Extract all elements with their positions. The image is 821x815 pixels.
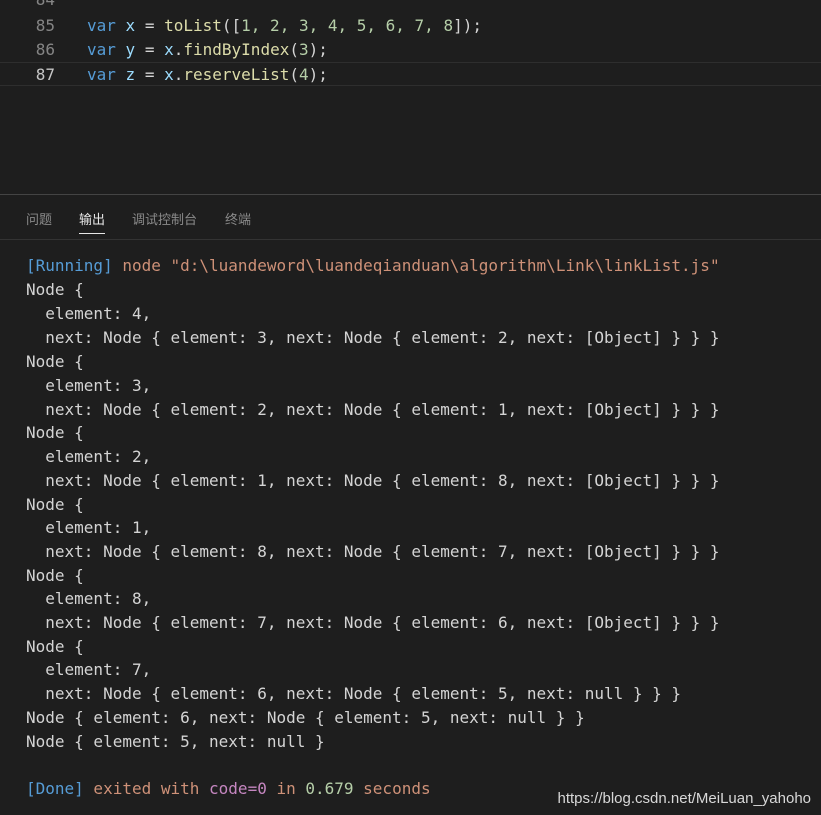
output-line: Node { xyxy=(26,495,84,514)
output-line: Node { xyxy=(26,637,84,656)
output-line: Node { xyxy=(26,423,84,442)
output-line: next: Node { element: 3, next: Node { el… xyxy=(26,328,720,347)
output-line: next: Node { element: 2, next: Node { el… xyxy=(26,400,720,419)
watermark: https://blog.csdn.net/MeiLuan_yahoho xyxy=(557,790,811,807)
code-editor[interactable]: 84 85 var x = toList([1, 2, 3, 4, 5, 6, … xyxy=(0,0,821,194)
output-line: Node { element: 5, next: null } xyxy=(26,732,325,751)
code-line-87[interactable]: 87 var z = x.reserveList(4); xyxy=(0,62,821,86)
output-done-line: [Done] exited with code=0 in 0.679 secon… xyxy=(26,779,431,798)
tab-debug-console[interactable]: 调试控制台 xyxy=(132,209,197,228)
output-line: element: 7, xyxy=(26,660,152,679)
output-line: next: Node { element: 1, next: Node { el… xyxy=(26,471,720,490)
code-text[interactable]: var y = x.findByIndex(3); xyxy=(87,38,328,62)
panel-tab-bar: 问题 输出 调试控制台 终端 xyxy=(0,195,821,239)
line-number: 84 xyxy=(0,0,55,12)
line-number: 87 xyxy=(35,65,55,84)
line-number: 85 xyxy=(35,16,55,35)
code-text[interactable]: var z = x.reserveList(4); xyxy=(87,63,328,87)
code-text[interactable]: var x = toList([1, 2, 3, 4, 5, 6, 7, 8])… xyxy=(87,14,482,38)
line-number: 86 xyxy=(35,40,55,59)
code-line-86[interactable]: 86 var y = x.findByIndex(3); xyxy=(0,38,821,62)
output-line: Node { xyxy=(26,352,84,371)
output-line: Node { xyxy=(26,566,84,585)
output-running-line: [Running] node "d:\luandeword\luandeqian… xyxy=(26,256,720,275)
output-line: next: Node { element: 8, next: Node { el… xyxy=(26,542,720,561)
tab-output[interactable]: 输出 xyxy=(79,209,106,234)
tab-problems[interactable]: 问题 xyxy=(26,209,52,228)
output-line: element: 2, xyxy=(26,447,152,466)
output-line: element: 4, xyxy=(26,304,152,323)
output-line: next: Node { element: 6, next: Node { el… xyxy=(26,684,682,703)
output-line: element: 3, xyxy=(26,376,152,395)
code-line-85[interactable]: 85 var x = toList([1, 2, 3, 4, 5, 6, 7, … xyxy=(0,14,821,38)
tab-terminal[interactable]: 终端 xyxy=(225,209,251,228)
output-line: Node { element: 6, next: Node { element:… xyxy=(26,708,585,727)
output-panel[interactable]: [Running] node "d:\luandeword\luandeqian… xyxy=(0,240,821,815)
output-line: Node { xyxy=(26,280,84,299)
code-line-partial: 84 xyxy=(0,0,821,12)
output-line: next: Node { element: 7, next: Node { el… xyxy=(26,613,720,632)
output-line: element: 1, xyxy=(26,518,152,537)
output-line: element: 8, xyxy=(26,589,152,608)
